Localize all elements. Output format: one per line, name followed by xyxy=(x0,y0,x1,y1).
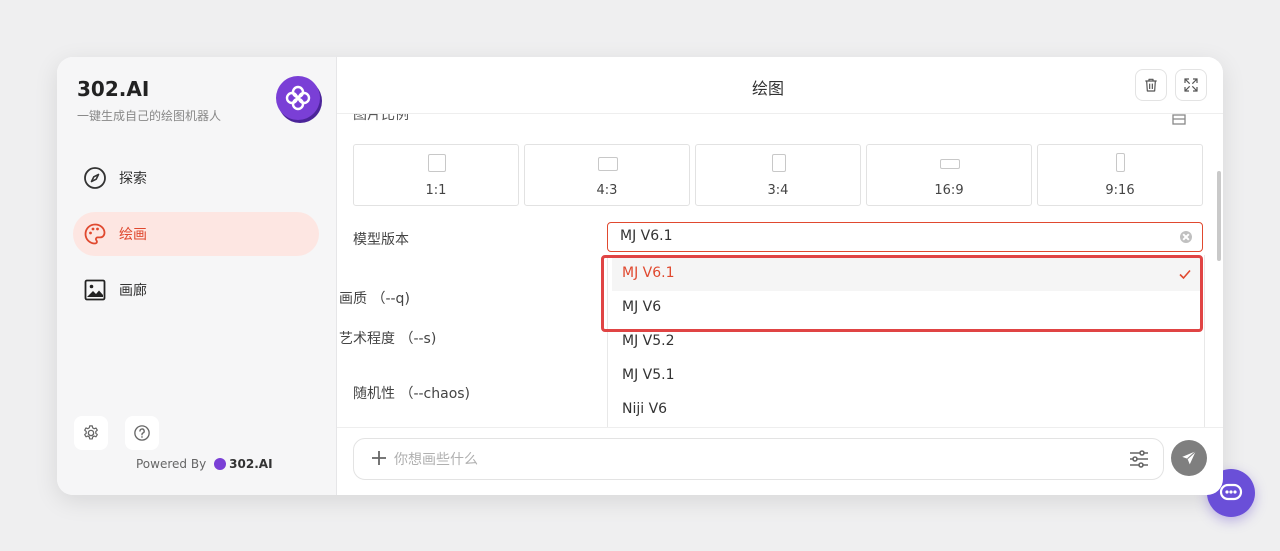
ratio-shape-icon xyxy=(428,154,446,172)
model-version-dropdown: MJ V6.1 MJ V6 MJ V5.2 MJ V5.1 Niji V6 xyxy=(607,255,1205,432)
quality-label: 画质 （--q) xyxy=(339,291,410,307)
check-icon xyxy=(1179,269,1191,280)
powered-label: Powered By xyxy=(136,457,207,471)
header: 绘图 xyxy=(337,57,1223,114)
aspect-ratio-label: 图片比例 xyxy=(353,113,409,123)
option-label: MJ V6.1 xyxy=(622,265,675,281)
prompt-input[interactable] xyxy=(392,448,1096,472)
palette-icon xyxy=(83,222,107,246)
plus-icon[interactable] xyxy=(370,449,388,467)
page-title: 绘图 xyxy=(751,79,784,98)
scrollbar[interactable] xyxy=(1217,171,1221,261)
ratio-shape-icon xyxy=(772,154,786,172)
ratio-option-4-3[interactable]: 4:3 xyxy=(524,144,690,206)
ratio-label: 9:16 xyxy=(1105,183,1135,198)
prompt-footer xyxy=(337,427,1223,495)
powered-brand: 302.AI xyxy=(229,457,273,471)
ratio-label: 1:1 xyxy=(425,183,447,198)
sidebar-item-paint[interactable]: 绘画 xyxy=(73,212,319,256)
dropdown-option-mj-v6-1[interactable]: MJ V6.1 xyxy=(612,257,1200,291)
ratio-option-16-9[interactable]: 16:9 xyxy=(866,144,1032,206)
model-version-select[interactable]: MJ V6.1 xyxy=(607,222,1203,252)
dropdown-option-mj-v6[interactable]: MJ V6 xyxy=(612,291,1200,325)
ratio-shape-icon xyxy=(1116,153,1125,172)
help-circle-icon xyxy=(134,425,150,441)
dropdown-option-niji-v6[interactable]: Niji V6 xyxy=(612,393,1200,427)
clear-icon[interactable] xyxy=(1180,231,1192,243)
send-icon xyxy=(1182,450,1197,465)
ratio-label: 4:3 xyxy=(596,183,618,198)
model-version-value: MJ V6.1 xyxy=(620,228,673,244)
ratio-shape-icon xyxy=(598,157,618,171)
sidebar-item-explore[interactable]: 探索 xyxy=(73,156,319,200)
fullscreen-button[interactable] xyxy=(1175,69,1207,101)
sidebar-item-label: 画廊 xyxy=(119,283,147,299)
ratio-option-1-1[interactable]: 1:1 xyxy=(353,144,519,206)
option-label: MJ V5.2 xyxy=(622,333,675,349)
stylize-label: 艺术程度 （--s) xyxy=(339,331,437,347)
ratio-label: 3:4 xyxy=(767,183,789,198)
brand-mini-logo-icon xyxy=(214,458,227,470)
settings-button[interactable] xyxy=(74,416,108,450)
ratio-shape-icon xyxy=(940,159,960,169)
sidebar: 302.AI 一键生成自己的绘图机器人 探索 绘画 画廊 Powered By … xyxy=(57,57,337,495)
sidebar-item-label: 探索 xyxy=(119,171,147,187)
gear-icon xyxy=(84,425,98,440)
delete-button[interactable] xyxy=(1135,69,1167,101)
option-label: MJ V6 xyxy=(622,299,662,315)
flower-logo-icon xyxy=(276,76,320,120)
dropdown-option-mj-v5-2[interactable]: MJ V5.2 xyxy=(612,325,1200,359)
option-label: MJ V5.1 xyxy=(622,367,675,383)
sliders-icon[interactable] xyxy=(1129,450,1149,468)
trash-icon xyxy=(1145,78,1157,92)
help-button[interactable] xyxy=(125,416,159,450)
image-icon xyxy=(83,278,107,302)
brand-title: 302.AI xyxy=(77,77,150,101)
prompt-box xyxy=(353,438,1164,480)
dropdown-option-mj-v5-1[interactable]: MJ V5.1 xyxy=(612,359,1200,393)
send-button[interactable] xyxy=(1171,440,1207,476)
powered-by: Powered By 302.AI xyxy=(136,457,273,471)
sidebar-item-label: 绘画 xyxy=(119,227,147,243)
expand-icon xyxy=(1184,78,1198,92)
chaos-label: 随机性 （--chaos) xyxy=(353,386,471,402)
sidebar-item-gallery[interactable]: 画廊 xyxy=(73,268,319,312)
collapse-icon[interactable] xyxy=(1172,113,1186,126)
ratio-option-3-4[interactable]: 3:4 xyxy=(695,144,861,206)
ratio-label: 16:9 xyxy=(934,183,964,198)
option-label: Niji V6 xyxy=(622,401,668,417)
compass-icon xyxy=(83,166,107,190)
model-version-label: 模型版本 xyxy=(353,232,409,248)
app-window: 302.AI 一键生成自己的绘图机器人 探索 绘画 画廊 Powered By … xyxy=(57,57,1223,495)
brand-subtitle: 一键生成自己的绘图机器人 xyxy=(77,109,222,123)
ratio-option-9-16[interactable]: 9:16 xyxy=(1037,144,1203,206)
